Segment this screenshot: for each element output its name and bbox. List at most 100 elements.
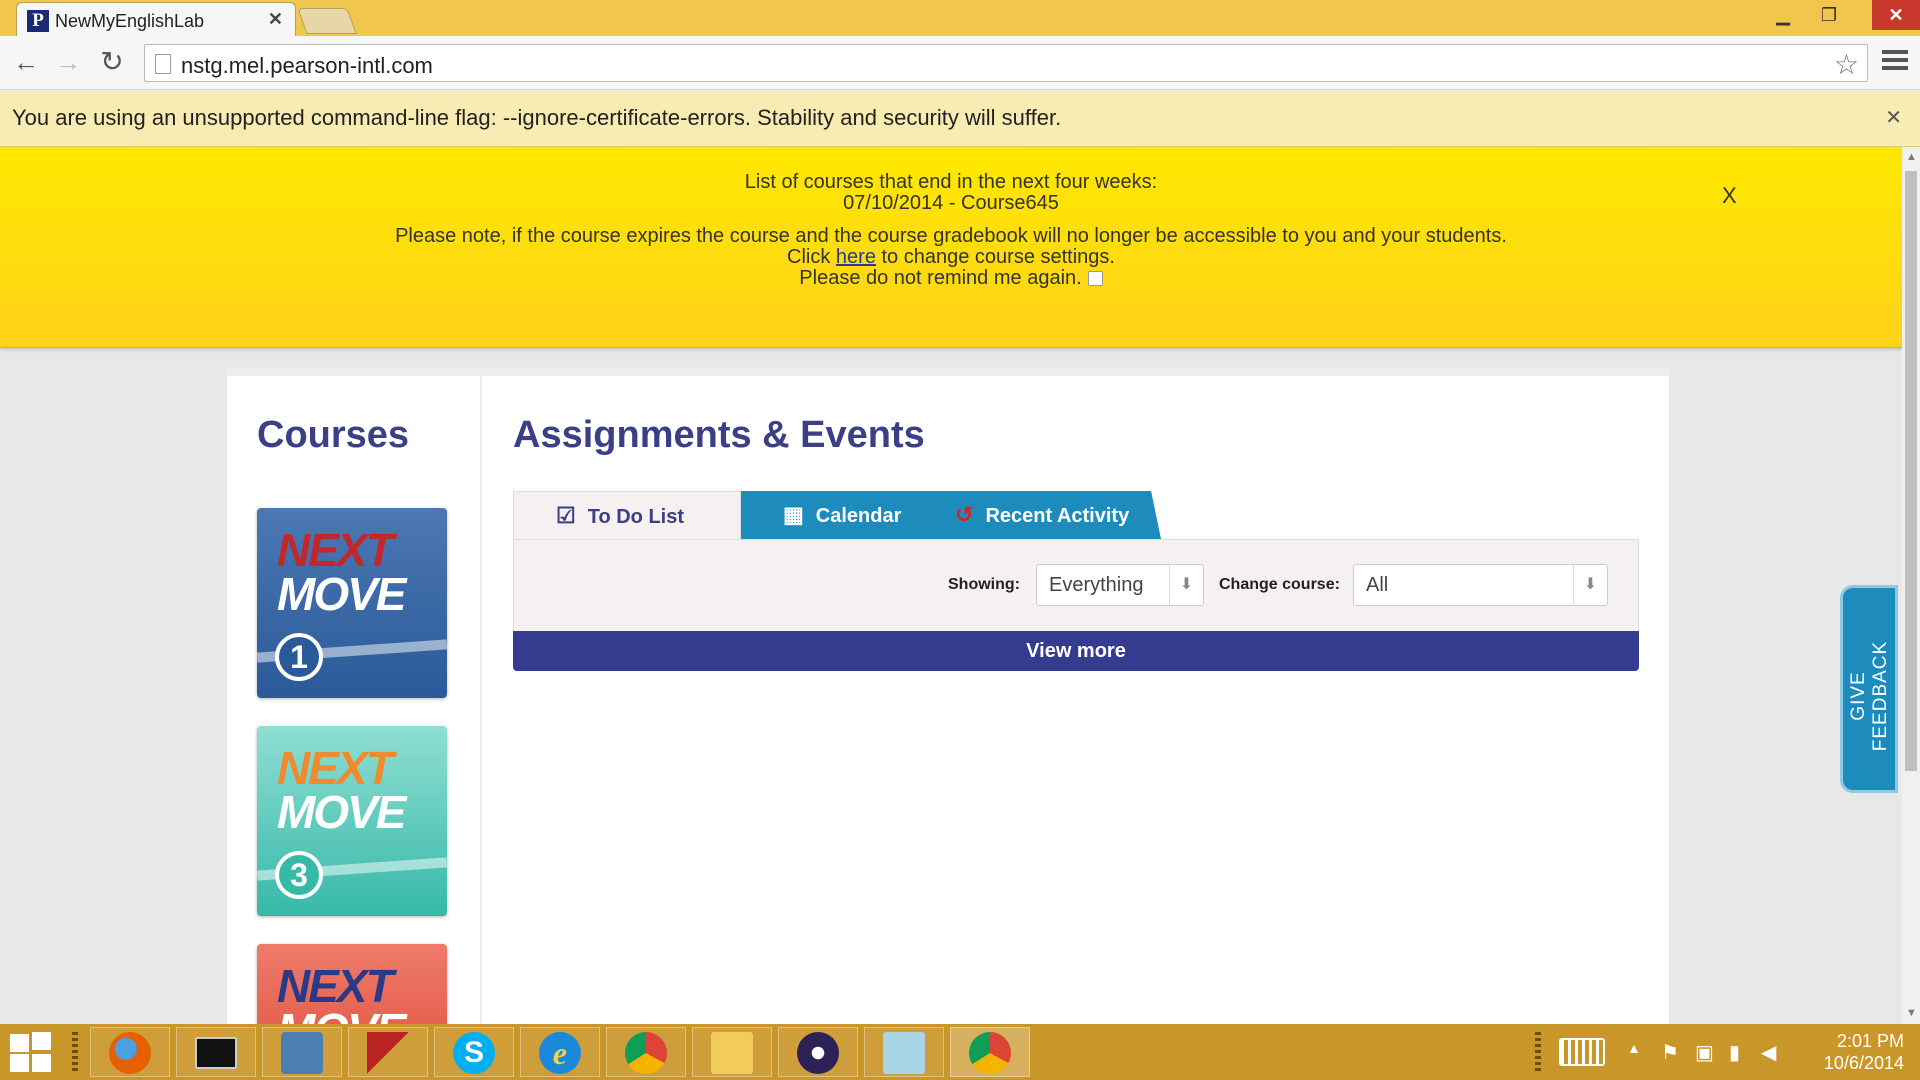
tab-title: NewMyEnglishLab <box>55 11 205 31</box>
page-viewport: List of courses that end in the next fou… <box>0 147 1902 1024</box>
course-tile-next-move-1[interactable]: NEXT MOVE 1 <box>257 508 447 698</box>
change-course-dropdown[interactable]: All ⬇ <box>1353 564 1608 606</box>
taskbar-chrome[interactable] <box>606 1027 686 1077</box>
course-level: 1 <box>275 633 323 681</box>
change-course-label: Change course: <box>1219 576 1340 593</box>
course-expiry-notice: List of courses that end in the next fou… <box>0 147 1902 348</box>
page-title: Assignments & Events <box>513 414 925 456</box>
skype-icon: S <box>453 1032 495 1074</box>
tray-grip <box>1535 1032 1541 1072</box>
tab-label: To Do List <box>587 506 685 528</box>
feedback-label: GIVE FEEDBACK <box>1848 640 1891 752</box>
notice-line-3: Please note, if the course expires the c… <box>395 225 1507 247</box>
clock-time: 2:01 PM <box>1836 1031 1904 1051</box>
filter-panel: Showing: Everything ⬇ Change course: All… <box>513 539 1639 631</box>
notice-settings-text: to change course settings. <box>881 246 1115 268</box>
taskbar-internet-explorer[interactable]: e <box>520 1027 600 1077</box>
windows-start-icon[interactable] <box>10 1032 54 1072</box>
notice-line-4: Click here to change course settings. <box>0 246 1902 269</box>
scroll-down-icon[interactable]: ▼ <box>1906 1007 1917 1019</box>
settings-link[interactable]: here <box>836 246 876 268</box>
course-tile-next-move-3[interactable]: NEXT MOVE 3 <box>257 726 447 916</box>
restore-icon[interactable]: ❐ <box>1806 0 1852 30</box>
showing-value: Everything <box>1049 574 1144 596</box>
taskbar-app-3[interactable] <box>262 1027 342 1077</box>
notice-line-1: List of courses that end in the next fou… <box>744 171 1158 193</box>
browser-toolbar: ← → ↻ nstg.mel.pearson-intl.com ☆ <box>0 36 1920 90</box>
ie-icon: e <box>539 1032 581 1074</box>
assignment-tabs: ☑ To Do List ▦ Calendar ↺ Recent Activity <box>513 491 1639 539</box>
remind-checkbox[interactable] <box>1087 271 1103 287</box>
taskbar-notepad[interactable] <box>864 1027 944 1077</box>
pearson-favicon-icon: P <box>27 10 49 32</box>
course-logo: NEXTMOVE <box>277 960 406 1024</box>
firefox-icon <box>109 1032 151 1074</box>
system-tray: ▲ ⚑ ▣ ▮ ◀ 2:01 PM 10/6/2014 <box>1535 1024 1920 1080</box>
chrome-icon <box>625 1032 667 1074</box>
scroll-thumb[interactable] <box>1905 171 1917 771</box>
checkbox-icon: ☑ <box>556 503 576 528</box>
infobar-close-icon[interactable]: ✕ <box>1885 105 1902 130</box>
tab-label: Calendar <box>815 505 902 527</box>
course-logo: NEXTMOVE <box>277 742 406 838</box>
warning-infobar: You are using an unsupported command-lin… <box>0 91 1920 147</box>
taskbar-app-4[interactable] <box>348 1027 428 1077</box>
taskbar-firefox[interactable] <box>90 1027 170 1077</box>
taskbar-skype[interactable]: S <box>434 1027 514 1077</box>
taskbar-file-explorer[interactable] <box>692 1027 772 1077</box>
taskbar-eclipse[interactable] <box>778 1027 858 1077</box>
new-tab-button[interactable] <box>297 8 357 34</box>
chrome-icon <box>969 1032 1011 1074</box>
tool-icon <box>281 1032 323 1074</box>
terminal-icon <box>195 1037 237 1069</box>
reload-icon[interactable]: ↻ <box>96 46 128 78</box>
eclipse-icon <box>797 1032 839 1074</box>
taskbar-grip <box>72 1032 78 1072</box>
showing-label: Showing: <box>948 576 1020 593</box>
tab-recent-activity[interactable]: ↺ Recent Activity <box>913 491 1161 539</box>
back-arrow-icon[interactable]: ← <box>10 46 42 78</box>
notice-close-button[interactable]: X <box>1722 183 1737 209</box>
hamburger-menu-icon[interactable] <box>1882 50 1908 74</box>
taskbar-chrome-active[interactable] <box>950 1027 1030 1077</box>
close-window-icon[interactable]: ✕ <box>1872 0 1920 30</box>
browser-tab[interactable]: P NewMyEnglishLab ✕ <box>16 2 296 38</box>
touch-keyboard-icon[interactable] <box>1559 1038 1605 1066</box>
change-course-value: All <box>1366 574 1389 596</box>
scroll-up-icon[interactable]: ▲ <box>1906 151 1917 163</box>
system-clock[interactable]: 2:01 PM 10/6/2014 <box>1824 1030 1904 1074</box>
dropdown-arrow-icon: ⬇ <box>1573 565 1607 605</box>
drafting-icon <box>367 1032 409 1074</box>
volume-muted-icon[interactable]: ◀ <box>1761 1040 1776 1065</box>
power-icon[interactable]: ▮ <box>1729 1040 1740 1065</box>
show-hidden-icons-icon[interactable]: ▲ <box>1627 1040 1641 1056</box>
tab-calendar[interactable]: ▦ Calendar <box>741 491 917 539</box>
tab-label: Recent Activity <box>985 505 1130 527</box>
folder-icon <box>711 1032 753 1074</box>
course-level: 3 <box>275 851 323 899</box>
page-scrollbar[interactable]: ▲ ▼ <box>1902 147 1920 1024</box>
calendar-icon: ▦ <box>783 502 804 527</box>
course-tile-next-move-partial[interactable]: NEXTMOVE <box>257 944 447 1024</box>
taskbar-command-prompt[interactable] <box>176 1027 256 1077</box>
clock-date: 10/6/2014 <box>1823 1053 1904 1073</box>
view-more-button[interactable]: View more <box>513 631 1639 671</box>
tab-todo-list[interactable]: ☑ To Do List <box>513 491 741 539</box>
address-bar[interactable]: nstg.mel.pearson-intl.com ☆ <box>144 44 1868 82</box>
windows-taskbar: S e ▲ ⚑ ▣ ▮ ◀ 2:01 PM 10/6/2014 <box>0 1024 1920 1080</box>
notepad-icon <box>883 1032 925 1074</box>
remind-label: Please do not remind me again. <box>799 267 1082 289</box>
give-feedback-button[interactable]: GIVE FEEDBACK <box>1843 588 1895 790</box>
bookmark-star-icon[interactable]: ☆ <box>1834 48 1859 81</box>
showing-dropdown[interactable]: Everything ⬇ <box>1036 564 1204 606</box>
tab-close-icon[interactable]: ✕ <box>268 9 283 30</box>
url-text[interactable]: nstg.mel.pearson-intl.com <box>181 53 433 79</box>
browser-titlebar: P NewMyEnglishLab ✕ ▁ ❐ ✕ <box>0 0 1920 38</box>
notice-line-2: 07/10/2014 - Course645 <box>843 192 1059 214</box>
courses-sidebar: Courses NEXTMOVE 1 NEXTMOVE 3 NEXTMOVE <box>227 376 482 1024</box>
network-icon[interactable]: ▣ <box>1695 1040 1714 1065</box>
action-center-flag-icon[interactable]: ⚑ <box>1661 1040 1679 1065</box>
main-content: Courses NEXTMOVE 1 NEXTMOVE 3 NEXTMOVE A… <box>227 368 1669 1024</box>
forward-arrow-icon[interactable]: → <box>52 46 84 78</box>
minimize-icon[interactable]: ▁ <box>1760 0 1806 30</box>
